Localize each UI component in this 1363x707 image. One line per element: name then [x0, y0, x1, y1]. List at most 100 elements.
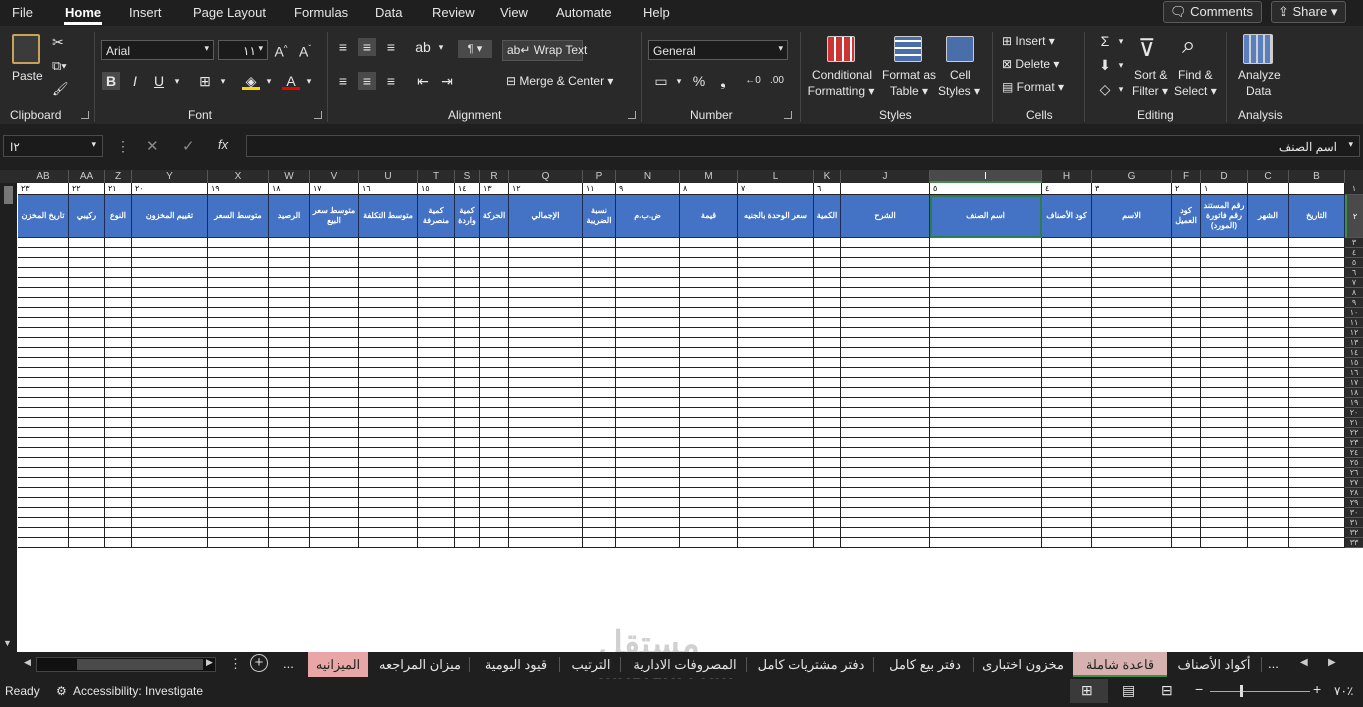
- empty-cell[interactable]: [310, 468, 359, 478]
- header-cell[interactable]: ض.ب.م: [616, 195, 680, 238]
- empty-cell[interactable]: [69, 428, 105, 438]
- empty-cell[interactable]: [1092, 428, 1172, 438]
- cell-row1[interactable]: ٧: [738, 183, 814, 195]
- empty-cell[interactable]: [680, 438, 738, 448]
- chevron-down-icon[interactable]: ▾: [432, 38, 450, 56]
- empty-cell[interactable]: [105, 428, 132, 438]
- empty-cell[interactable]: [455, 468, 480, 478]
- empty-cell[interactable]: [18, 238, 69, 248]
- empty-cell[interactable]: [680, 238, 738, 248]
- empty-cell[interactable]: [841, 508, 930, 518]
- empty-cell[interactable]: [1172, 408, 1201, 418]
- empty-cell[interactable]: [814, 398, 841, 408]
- empty-cell[interactable]: [1172, 458, 1201, 468]
- empty-cell[interactable]: [310, 338, 359, 348]
- empty-cell[interactable]: [1042, 358, 1092, 368]
- empty-cell[interactable]: [480, 408, 509, 418]
- decrease-font-icon[interactable]: Aˇ: [296, 40, 314, 60]
- empty-cell[interactable]: [814, 348, 841, 358]
- empty-cell[interactable]: [1201, 478, 1248, 488]
- empty-cell[interactable]: [583, 438, 616, 448]
- row-header[interactable]: ١٥: [1345, 358, 1363, 368]
- empty-cell[interactable]: [455, 268, 480, 278]
- empty-cell[interactable]: [69, 508, 105, 518]
- empty-cell[interactable]: [310, 388, 359, 398]
- empty-cell[interactable]: [1042, 418, 1092, 428]
- empty-cell[interactable]: [208, 458, 269, 468]
- empty-cell[interactable]: [1172, 368, 1201, 378]
- empty-cell[interactable]: [455, 258, 480, 268]
- empty-cell[interactable]: [1172, 328, 1201, 338]
- cell-row1[interactable]: ٦: [814, 183, 841, 195]
- empty-cell[interactable]: [841, 528, 930, 538]
- cell-styles-button[interactable]: Cell: [950, 68, 971, 82]
- empty-cell[interactable]: [1248, 338, 1289, 348]
- empty-cell[interactable]: [738, 358, 814, 368]
- row-header[interactable]: ٢٢: [1345, 428, 1363, 438]
- empty-cell[interactable]: [310, 478, 359, 488]
- empty-cell[interactable]: [132, 238, 208, 248]
- empty-cell[interactable]: [69, 258, 105, 268]
- empty-cell[interactable]: [1042, 448, 1092, 458]
- empty-cell[interactable]: [616, 318, 680, 328]
- empty-cell[interactable]: [583, 488, 616, 498]
- empty-cell[interactable]: [359, 328, 418, 338]
- empty-cell[interactable]: [1172, 538, 1201, 548]
- empty-cell[interactable]: [1248, 378, 1289, 388]
- empty-cell[interactable]: [310, 438, 359, 448]
- empty-cell[interactable]: [480, 418, 509, 428]
- chevron-down-icon[interactable]: ▾: [1112, 80, 1130, 98]
- empty-cell[interactable]: [583, 528, 616, 538]
- empty-cell[interactable]: [18, 358, 69, 368]
- empty-cell[interactable]: [418, 408, 455, 418]
- empty-cell[interactable]: [418, 448, 455, 458]
- empty-cell[interactable]: [616, 488, 680, 498]
- align-top-icon[interactable]: ≡: [334, 38, 352, 56]
- empty-cell[interactable]: [1289, 268, 1345, 278]
- empty-cell[interactable]: [310, 528, 359, 538]
- empty-cell[interactable]: [583, 508, 616, 518]
- empty-cell[interactable]: [616, 528, 680, 538]
- empty-cell[interactable]: [1042, 308, 1092, 318]
- empty-cell[interactable]: [1289, 508, 1345, 518]
- empty-cell[interactable]: [310, 428, 359, 438]
- empty-cell[interactable]: [269, 308, 310, 318]
- empty-cell[interactable]: [930, 318, 1042, 328]
- empty-cell[interactable]: [132, 268, 208, 278]
- empty-cell[interactable]: [1201, 338, 1248, 348]
- empty-cell[interactable]: [1092, 368, 1172, 378]
- empty-cell[interactable]: [310, 488, 359, 498]
- empty-cell[interactable]: [509, 428, 583, 438]
- header-cell[interactable]: تاريخ المخزن: [18, 195, 69, 238]
- page-break-view-icon[interactable]: ⊟: [1161, 682, 1173, 699]
- empty-cell[interactable]: [105, 298, 132, 308]
- empty-cell[interactable]: [1042, 348, 1092, 358]
- menu-view[interactable]: View: [500, 5, 528, 20]
- empty-cell[interactable]: [738, 508, 814, 518]
- empty-cell[interactable]: [310, 318, 359, 328]
- empty-cell[interactable]: [841, 518, 930, 528]
- empty-cell[interactable]: [418, 478, 455, 488]
- empty-cell[interactable]: [480, 528, 509, 538]
- empty-cell[interactable]: [1172, 238, 1201, 248]
- empty-cell[interactable]: [359, 478, 418, 488]
- row-header[interactable]: ١٨: [1345, 388, 1363, 398]
- empty-cell[interactable]: [1201, 348, 1248, 358]
- empty-cell[interactable]: [1172, 258, 1201, 268]
- empty-cell[interactable]: [1172, 488, 1201, 498]
- empty-cell[interactable]: [69, 338, 105, 348]
- empty-cell[interactable]: [814, 268, 841, 278]
- empty-cell[interactable]: [455, 408, 480, 418]
- empty-cell[interactable]: [814, 298, 841, 308]
- empty-cell[interactable]: [814, 528, 841, 538]
- empty-cell[interactable]: [1172, 498, 1201, 508]
- orientation-icon[interactable]: ab: [414, 38, 432, 56]
- empty-cell[interactable]: [738, 258, 814, 268]
- cell-row1[interactable]: ٢٢: [69, 183, 105, 195]
- zoom-slider-thumb[interactable]: [1240, 685, 1243, 697]
- empty-cell[interactable]: [1248, 478, 1289, 488]
- empty-cell[interactable]: [69, 268, 105, 278]
- empty-cell[interactable]: [269, 498, 310, 508]
- empty-cell[interactable]: [310, 238, 359, 248]
- empty-cell[interactable]: [455, 398, 480, 408]
